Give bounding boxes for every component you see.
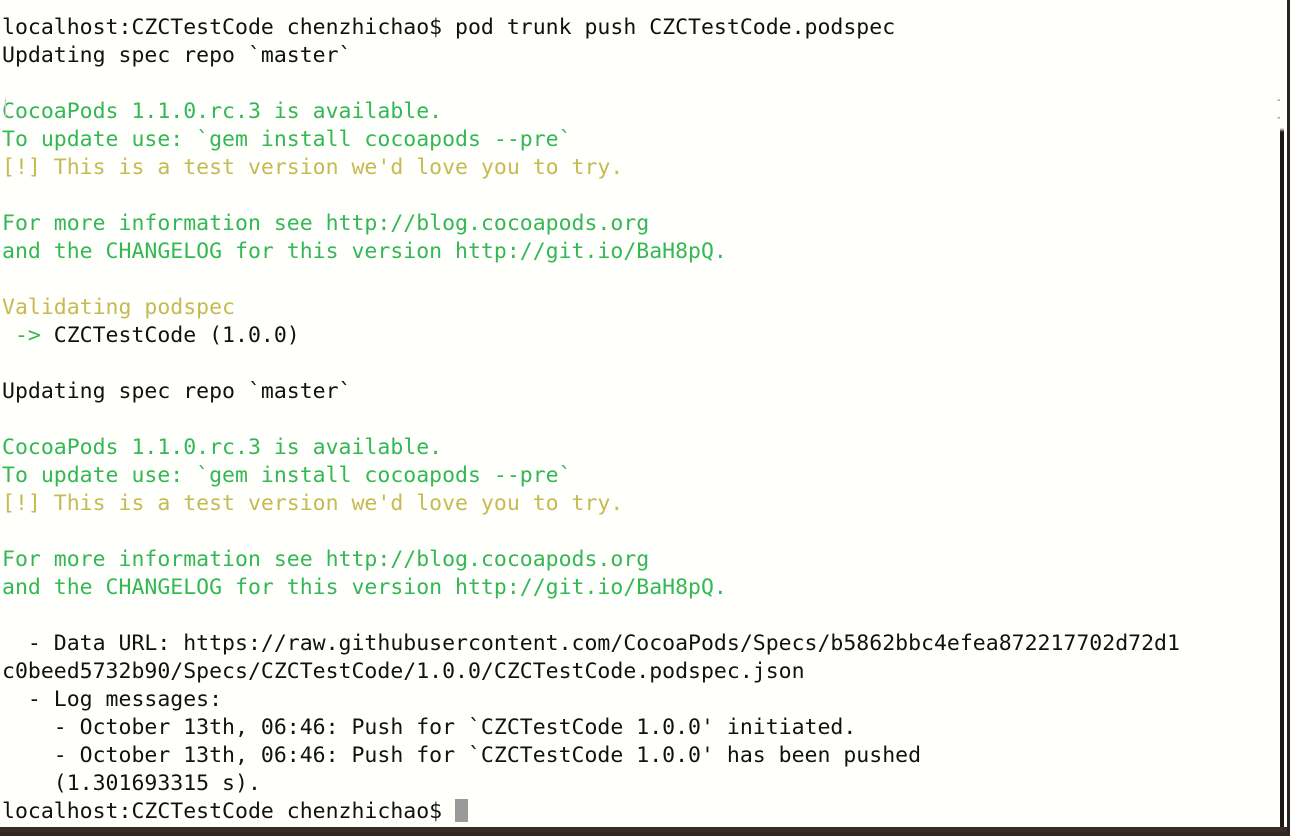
line-pod-name-segment: -> xyxy=(2,323,54,348)
line-test-version-2-segment: [!] This is a test version we'd love you… xyxy=(2,491,624,516)
line-log-messages: - Log messages: xyxy=(2,686,1283,714)
line-updating-2: Updating spec repo `master` xyxy=(2,378,1283,406)
line-changelog-2: and the CHANGELOG for this version http:… xyxy=(2,574,1283,602)
line-cocoapods-avail-2: CocoaPods 1.1.0.rc.3 is available. xyxy=(2,434,1283,462)
window-bottom-border xyxy=(0,827,1287,832)
line-update-use-2-segment: To update use: `gem install cocoapods --… xyxy=(2,463,572,488)
terminal-prompt-line: localhost:CZCTestCode chenzhichao$ xyxy=(2,798,1283,826)
line-blank-3 xyxy=(2,266,1283,294)
line-log-2-wrap-segment: (1.301693315 s). xyxy=(2,771,261,796)
line-changelog-1-segment: and the CHANGELOG for this version http:… xyxy=(2,239,727,264)
line-blank-4 xyxy=(2,350,1283,378)
window-right-border xyxy=(1280,0,1284,832)
line-more-info-2: For more information see http://blog.coc… xyxy=(2,546,1283,574)
line-blank-1 xyxy=(2,70,1283,98)
line-blank-1-segment xyxy=(2,71,15,96)
line-updating-2-segment: Updating spec repo `master` xyxy=(2,379,352,404)
line-changelog-1: and the CHANGELOG for this version http:… xyxy=(2,238,1283,266)
line-log-2: - October 13th, 06:46: Push for `CZCTest… xyxy=(2,742,1283,770)
line-blank-6 xyxy=(2,518,1283,546)
line-changelog-2-segment: and the CHANGELOG for this version http:… xyxy=(2,575,727,600)
line-log-2-segment: - October 13th, 06:46: Push for `CZCTest… xyxy=(2,743,922,768)
line-update-use-1: To update use: `gem install cocoapods --… xyxy=(2,126,1283,154)
text-cursor xyxy=(455,799,469,822)
line-blank-7 xyxy=(2,602,1283,630)
line-more-info-2-segment: For more information see http://blog.coc… xyxy=(2,547,650,572)
line-log-messages-segment: - Log messages: xyxy=(2,687,223,712)
line-data-url-wrap: c0beed5732b90/Specs/CZCTestCode/1.0.0/CZ… xyxy=(2,658,1283,686)
line-updating-1: Updating spec repo `master` xyxy=(2,42,1283,70)
line-cocoapods-avail-2-segment: CocoaPods 1.1.0.rc.3 is available. xyxy=(2,435,443,460)
line-validating: Validating podspec xyxy=(2,294,1283,322)
line-blank-7-segment xyxy=(2,603,15,628)
line-blank-4-segment xyxy=(2,351,15,376)
line-data-url: - Data URL: https://raw.githubuserconten… xyxy=(2,630,1283,658)
line-test-version-2: [!] This is a test version we'd love you… xyxy=(2,490,1283,518)
line-blank-6-segment xyxy=(2,519,15,544)
line-cocoapods-avail-1-segment: CocoaPods 1.1.0.rc.3 is available. xyxy=(2,99,443,124)
line-blank-5 xyxy=(2,406,1283,434)
line-blank-2-segment xyxy=(2,183,15,208)
line-test-version-1: [!] This is a test version we'd love you… xyxy=(2,154,1283,182)
line-update-use-1-segment: To update use: `gem install cocoapods --… xyxy=(2,127,572,152)
terminal-lines: localhost:CZCTestCode chenzhichao$ pod t… xyxy=(2,14,1283,798)
line-command-segment: localhost:CZCTestCode chenzhichao$ pod t… xyxy=(2,15,896,40)
line-log-2-wrap: (1.301693315 s). xyxy=(2,770,1283,798)
line-test-version-1-segment: [!] This is a test version we'd love you… xyxy=(2,155,624,180)
line-more-info-1-segment: For more information see http://blog.coc… xyxy=(2,211,650,236)
shell-prompt-text: localhost:CZCTestCode chenzhichao$ xyxy=(2,799,456,824)
line-log-1-segment: - October 13th, 06:46: Push for `CZCTest… xyxy=(2,715,857,740)
line-data-url-segment: - Data URL: https://raw.githubuserconten… xyxy=(2,631,1180,656)
line-cocoapods-avail-1: CocoaPods 1.1.0.rc.3 is available. xyxy=(2,98,1283,126)
bracketed-paste-left-artifact: [ xyxy=(0,97,6,121)
terminal-window[interactable]: localhost:CZCTestCode chenzhichao$ pod t… xyxy=(0,0,1290,836)
line-more-info-1: For more information see http://blog.coc… xyxy=(2,210,1283,238)
line-update-use-2: To update use: `gem install cocoapods --… xyxy=(2,462,1283,490)
line-validating-segment: Validating podspec xyxy=(2,295,235,320)
line-data-url-wrap-segment: c0beed5732b90/Specs/CZCTestCode/1.0.0/CZ… xyxy=(2,659,805,684)
line-log-1: - October 13th, 06:46: Push for `CZCTest… xyxy=(2,714,1283,742)
line-blank-2 xyxy=(2,182,1283,210)
line-command: localhost:CZCTestCode chenzhichao$ pod t… xyxy=(2,14,1283,42)
line-updating-1-segment: Updating spec repo `master` xyxy=(2,43,352,68)
line-blank-3-segment xyxy=(2,267,15,292)
line-pod-name-segment: CZCTestCode (1.0.0) xyxy=(53,323,300,348)
terminal-output-area[interactable]: localhost:CZCTestCode chenzhichao$ pod t… xyxy=(0,0,1283,828)
line-blank-5-segment xyxy=(2,407,15,432)
line-pod-name: -> CZCTestCode (1.0.0) xyxy=(2,322,1283,350)
